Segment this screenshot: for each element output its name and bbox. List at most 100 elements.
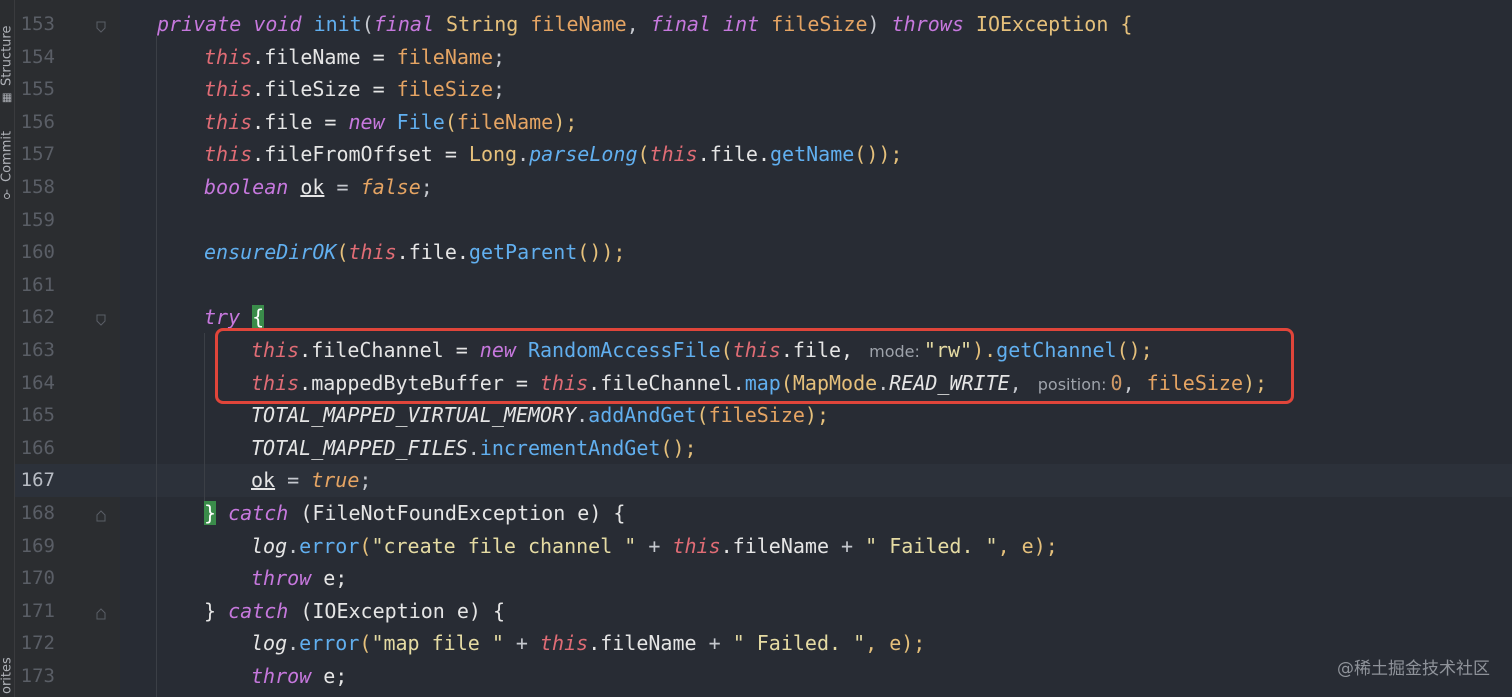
- code-line[interactable]: 157 this.fileFromOffset = Long.parseLong(…: [0, 138, 1512, 171]
- line-number: 157: [20, 143, 55, 166]
- code-token: incrementAndGet: [479, 435, 661, 460]
- code-line[interactable]: 169 log.error("create file channel " + th…: [0, 530, 1512, 563]
- code-text: this.file = new File(fileName);: [204, 106, 577, 139]
- code-text: this.fileName = fileName;: [204, 41, 505, 74]
- code-text: log.error("create file channel " + this.…: [251, 530, 1058, 563]
- code-line[interactable]: 166 TOTAL_MAPPED_FILES.incrementAndGet();: [0, 432, 1512, 465]
- code-line[interactable]: 165 TOTAL_MAPPED_VIRTUAL_MEMORY.addAndGet…: [0, 399, 1512, 432]
- code-token: {: [1108, 12, 1133, 36]
- code-token: fileSize: [396, 77, 493, 102]
- code-token: , e);: [997, 533, 1058, 558]
- code-line[interactable]: 172 log.error("map file " + this.fileName…: [0, 627, 1512, 660]
- code-token: throw: [251, 664, 312, 688]
- fold-marker-icon[interactable]: [96, 18, 106, 33]
- line-number: 168: [20, 502, 55, 524]
- code-line[interactable]: 156 this.file = new File(fileName);: [0, 106, 1512, 139]
- code-token: catch: [228, 598, 289, 623]
- code-token: (FileNotFoundException e) {: [288, 501, 626, 525]
- code-token: fileName: [530, 12, 627, 36]
- code-text: boolean ok = false;: [204, 171, 433, 204]
- code-token: +: [503, 631, 541, 656]
- code-token: .: [287, 533, 300, 558]
- code-token: (: [359, 533, 372, 558]
- code-line[interactable]: 153 private void init(final String fileNa…: [0, 8, 1512, 41]
- code-token: .: [576, 403, 589, 428]
- fold-marker-icon[interactable]: [96, 507, 106, 522]
- code-token: new: [348, 109, 385, 134]
- code-token: int: [723, 12, 760, 36]
- code-line[interactable]: 159: [0, 204, 1512, 237]
- code-token: addAndGet: [588, 403, 697, 428]
- code-text: private void init(final String fileName,…: [157, 8, 1132, 41]
- code-token: .fileName =: [252, 44, 397, 69]
- code-token: ok: [300, 175, 325, 199]
- code-line[interactable]: 155 this.fileSize = fileSize;: [0, 73, 1512, 106]
- line-number: 162: [20, 306, 55, 329]
- line-number: 171: [20, 599, 55, 622]
- code-text: this.fileFromOffset = Long.parseLong(thi…: [204, 138, 902, 171]
- code-token: final: [373, 12, 434, 36]
- code-token: .fileFromOffset =: [252, 142, 469, 167]
- code-token: .file.: [396, 240, 469, 265]
- code-token: fileName: [456, 109, 554, 134]
- line-number: 163: [20, 339, 55, 361]
- code-token: getName: [769, 142, 855, 167]
- line-number: 161: [20, 273, 55, 296]
- code-token: (: [359, 631, 372, 656]
- code-token: +: [829, 533, 866, 558]
- code-line[interactable]: 170 throw e;: [0, 562, 1512, 595]
- code-token: );: [804, 403, 829, 428]
- fold-marker-icon[interactable]: [96, 311, 106, 327]
- code-token: .file.: [697, 142, 770, 167]
- code-token: =: [324, 175, 361, 199]
- code-token: this: [204, 142, 253, 167]
- code-line[interactable]: 167 ok = true;: [0, 464, 1512, 497]
- code-line[interactable]: 158 boolean ok = false;: [0, 171, 1512, 204]
- code-token: " Failed. ": [865, 533, 998, 558]
- code-line[interactable]: 173 throw e;: [0, 660, 1512, 693]
- code-token: ok: [251, 468, 276, 493]
- code-token: parseLong: [529, 142, 638, 167]
- code-text: } catch (FileNotFoundException e) {: [204, 497, 625, 530]
- code-token: this: [649, 142, 698, 167]
- code-token: ): [867, 12, 892, 36]
- code-token: e;: [311, 566, 348, 591]
- code-text: throw e;: [251, 562, 347, 595]
- code-token: ());: [854, 142, 903, 167]
- code-token: init: [313, 12, 362, 36]
- watermark: @稀土掘金技术社区: [1337, 659, 1490, 679]
- code-token: , e);: [865, 631, 926, 656]
- code-token: .: [467, 435, 480, 460]
- line-number: 158: [20, 176, 55, 198]
- code-line[interactable]: 171} catch (IOException e) {: [0, 595, 1512, 628]
- code-token: log: [251, 631, 288, 656]
- code-token: " Failed. ": [732, 631, 866, 656]
- code-token: ();: [660, 435, 697, 460]
- code-line[interactable]: 154 this.fileName = fileName;: [0, 41, 1512, 74]
- line-number: 164: [20, 371, 55, 394]
- code-token: ensureDirOK: [204, 240, 337, 265]
- line-number: 167: [20, 469, 55, 492]
- code-token: fileSize: [771, 12, 868, 36]
- code-token: (: [361, 12, 374, 36]
- code-token: ;: [420, 175, 433, 199]
- code-token: .: [287, 631, 300, 656]
- line-number: 173: [20, 665, 55, 687]
- code-token: catch: [228, 501, 289, 525]
- code-token: TOTAL_MAPPED_VIRTUAL_MEMORY: [251, 403, 577, 428]
- line-number: 156: [20, 110, 55, 133]
- code-line[interactable]: 168} catch (FileNotFoundException e) {: [0, 497, 1512, 530]
- code-line[interactable]: 161: [0, 269, 1512, 302]
- code-token: true: [311, 468, 360, 493]
- line-number: 160: [20, 241, 55, 264]
- code-line[interactable]: 160 ensureDirOK(this.file.getParent());: [0, 236, 1512, 269]
- line-number: 153: [20, 13, 55, 35]
- code-token: ;: [493, 77, 506, 102]
- code-token: this: [348, 240, 397, 265]
- code-token: .: [517, 142, 530, 167]
- code-token: }: [204, 501, 217, 525]
- fold-marker-icon[interactable]: [96, 605, 106, 620]
- code-token: private: [157, 12, 242, 36]
